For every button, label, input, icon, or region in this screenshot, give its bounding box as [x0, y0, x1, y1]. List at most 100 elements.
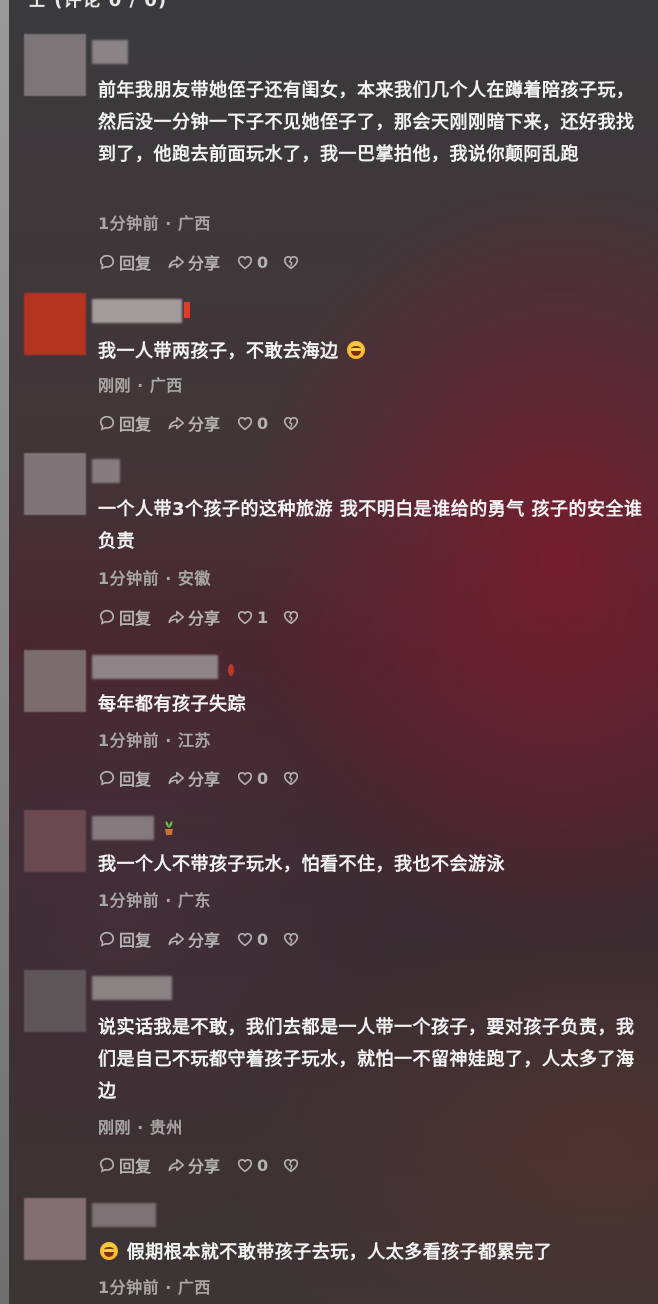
comment-actions: 回复 分享 0 [98, 766, 319, 790]
comment-bubble-icon [99, 415, 115, 431]
avatar[interactable] [24, 293, 86, 355]
broken-heart-icon [284, 772, 299, 786]
heart-icon [237, 417, 253, 431]
reply-label: 回复 [119, 1157, 152, 1176]
share-button[interactable]: 分享 [167, 927, 220, 951]
share-label: 分享 [188, 1157, 221, 1176]
share-label: 分享 [188, 254, 221, 273]
share-arrow-icon [168, 1158, 185, 1172]
comment-text: 我一人带两孩子，不敢去海边 [98, 336, 643, 368]
broken-heart-icon [284, 1159, 299, 1173]
comment-actions: 回复 分享 0 [98, 927, 319, 951]
comment-text: 说实话我是不敢，我们去都是一人带一个孩子，要对孩子负责，我们是自己不玩都守着孩子… [98, 1017, 635, 1102]
reply-button[interactable]: 回复 [98, 927, 151, 951]
comment-actions: 回复 分享 1 [98, 605, 319, 629]
reply-label: 回复 [119, 931, 152, 950]
share-arrow-icon [168, 610, 185, 624]
like-button[interactable]: 0 [236, 414, 268, 433]
like-button[interactable]: 1 [236, 608, 268, 627]
broken-heart-icon [284, 611, 299, 625]
comment-text: 我一个人不带孩子玩水，怕看不住，我也不会游泳 [98, 854, 505, 875]
comments-header: 士 (评论 0 / 0) [28, 0, 168, 11]
reply-button[interactable]: 回复 [98, 766, 151, 790]
reply-button[interactable]: 回复 [98, 1153, 151, 1177]
share-button[interactable]: 分享 [167, 1153, 220, 1177]
comment-bubble-icon [99, 931, 115, 947]
comment-actions: 回复 分享 0 [98, 411, 319, 435]
like-button[interactable]: 0 [236, 769, 268, 788]
share-button[interactable]: 分享 [167, 605, 220, 629]
comment-meta: 1分钟前 · 江苏 [98, 731, 211, 750]
share-arrow-icon [168, 255, 185, 269]
badge-icon [228, 664, 234, 676]
comment-meta: 1分钟前 · 广西 [98, 214, 211, 233]
dislike-button[interactable] [282, 930, 303, 948]
broken-heart-icon [284, 417, 299, 431]
username-blurred[interactable] [92, 655, 218, 679]
share-label: 分享 [188, 770, 221, 789]
comment-actions: 回复 分享 0 [98, 250, 319, 274]
like-count: 0 [257, 1155, 269, 1175]
laughing-emoji-icon [100, 1242, 118, 1260]
comment-bubble-icon [99, 770, 115, 786]
share-label: 分享 [188, 931, 221, 950]
share-label: 分享 [188, 415, 221, 434]
reply-label: 回复 [119, 609, 152, 628]
like-button[interactable]: 0 [236, 253, 268, 272]
share-button[interactable]: 分享 [167, 411, 220, 435]
avatar[interactable] [24, 453, 86, 515]
username-blurred[interactable] [92, 40, 128, 64]
username-blurred[interactable] [92, 1203, 156, 1227]
heart-icon [237, 256, 253, 270]
like-button[interactable]: 0 [236, 930, 268, 949]
dislike-button[interactable] [282, 769, 303, 787]
reply-label: 回复 [119, 770, 152, 789]
comment-text: 假期根本就不敢带孩子去玩，人太多看孩子都累完了 [98, 1237, 643, 1269]
username-blurred[interactable] [92, 976, 172, 1000]
comment-meta: 1分钟前 · 广西 [98, 1278, 211, 1297]
dislike-button[interactable] [282, 253, 303, 271]
broken-heart-icon [284, 933, 299, 947]
avatar[interactable] [24, 650, 86, 712]
comment-meta: 1分钟前 · 广东 [98, 891, 211, 910]
badge-icon [184, 302, 190, 318]
like-count: 0 [257, 929, 269, 949]
reply-button[interactable]: 回复 [98, 250, 151, 274]
share-arrow-icon [168, 771, 185, 785]
share-button[interactable]: 分享 [167, 250, 220, 274]
share-arrow-icon [168, 416, 185, 430]
comment-meta: 1分钟前 · 安徽 [98, 569, 211, 588]
avatar[interactable] [24, 970, 86, 1032]
reply-button[interactable]: 回复 [98, 605, 151, 629]
reply-button[interactable]: 回复 [98, 411, 151, 435]
dislike-button[interactable] [282, 414, 303, 432]
plant-pot-icon [162, 820, 176, 840]
heart-icon [237, 772, 253, 786]
comment-bubble-icon [99, 1157, 115, 1173]
username-blurred[interactable] [92, 816, 154, 840]
like-count: 0 [257, 413, 269, 433]
share-label: 分享 [188, 609, 221, 628]
comment-bubble-icon [99, 609, 115, 625]
like-count: 1 [257, 607, 269, 627]
username-blurred[interactable] [92, 299, 182, 323]
share-arrow-icon [168, 932, 185, 946]
reply-label: 回复 [119, 254, 152, 273]
like-count: 0 [257, 768, 269, 788]
share-button[interactable]: 分享 [167, 766, 220, 790]
like-button[interactable]: 0 [236, 1156, 268, 1175]
avatar[interactable] [24, 810, 86, 872]
dislike-button[interactable] [282, 1156, 303, 1174]
avatar[interactable] [24, 34, 86, 96]
comment-text-body: 假期根本就不敢带孩子去玩，人太多看孩子都累完了 [126, 1242, 553, 1263]
avatar[interactable] [24, 1198, 86, 1260]
username-blurred[interactable] [92, 459, 120, 483]
comment-actions: 回复 分享 0 [98, 1153, 319, 1177]
dislike-button[interactable] [282, 608, 303, 626]
heart-icon [237, 933, 253, 947]
left-edge-strip [0, 0, 9, 1304]
comment-text: 前年我朋友带她侄子还有闺女，本来我们几个人在蹲着陪孩子玩，然后没一分钟一下子不见… [98, 80, 635, 165]
reply-label: 回复 [119, 415, 152, 434]
like-count: 0 [257, 252, 269, 272]
comment-text: 一个人带3个孩子的这种旅游 我不明白是谁给的勇气 孩子的安全谁负责 [98, 499, 643, 552]
